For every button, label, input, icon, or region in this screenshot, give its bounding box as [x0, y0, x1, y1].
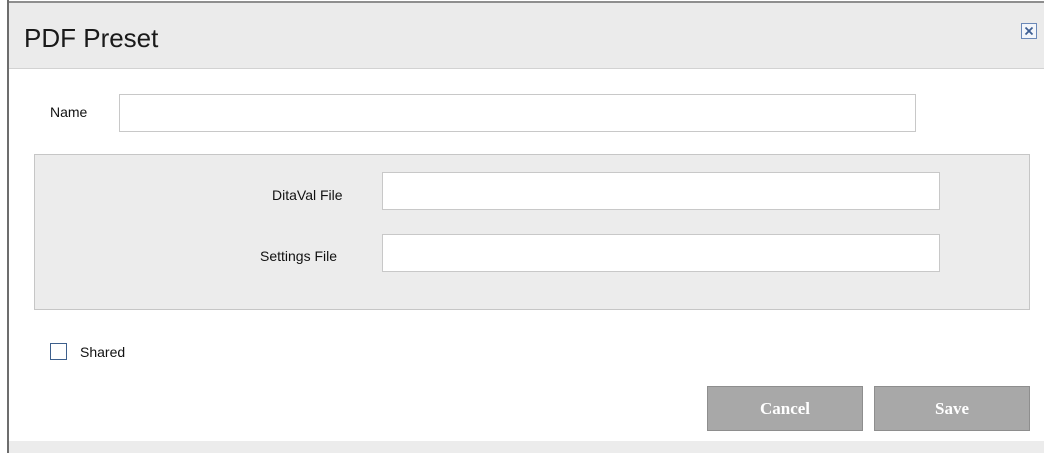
settings-file-input[interactable] [382, 234, 940, 272]
close-icon[interactable] [1021, 23, 1037, 39]
cancel-button[interactable]: Cancel [707, 386, 863, 431]
name-label: Name [50, 104, 88, 120]
settings-file-label: Settings File [260, 248, 338, 264]
dialog-title-bar: PDF Preset [9, 1, 1044, 69]
shared-checkbox[interactable] [50, 343, 67, 360]
name-input[interactable] [119, 94, 916, 132]
pdf-preset-dialog: PDF Preset Name DitaVal File Settings Fi… [7, 0, 1044, 453]
ditaval-file-input[interactable] [382, 172, 940, 210]
dialog-title: PDF Preset [24, 23, 159, 53]
ditaval-file-label: DitaVal File [272, 187, 343, 203]
save-button[interactable]: Save [874, 386, 1030, 431]
dialog-footer-strip [9, 441, 1044, 453]
shared-label: Shared [80, 344, 126, 360]
